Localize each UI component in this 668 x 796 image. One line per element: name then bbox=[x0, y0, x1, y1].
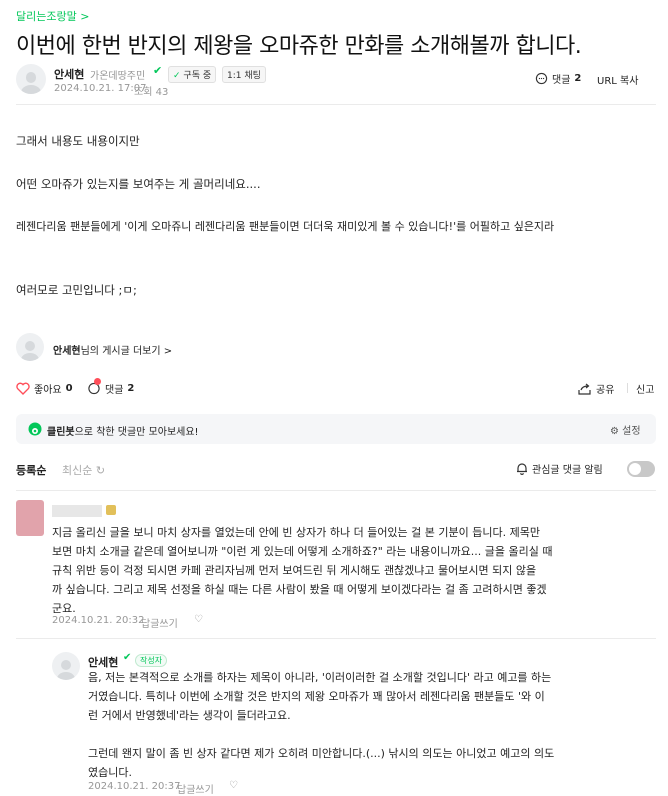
reply-author-avatar[interactable] bbox=[52, 652, 80, 680]
more-posts-link[interactable]: 안세현님의 게시글 더보기 > bbox=[53, 342, 172, 357]
commenter-name-blurred[interactable] bbox=[52, 505, 102, 517]
share-icon bbox=[578, 383, 591, 395]
comment-divider bbox=[16, 638, 656, 639]
action-divider bbox=[627, 383, 628, 393]
post-views: 조회 43 bbox=[134, 87, 169, 98]
bell-icon bbox=[516, 462, 528, 475]
more-posts-author: 안세현 bbox=[53, 346, 81, 357]
comment-line: 그런데 왠지 말이 좀 빈 상자 같다면 제가 오히려 미안합니다.(...) … bbox=[88, 747, 555, 760]
comment-label: 댓글 bbox=[105, 385, 124, 396]
comment-bubble-icon bbox=[535, 72, 548, 85]
post-title: 이번에 한번 반지의 제왕을 오마쥬한 만화를 소개해볼까 합니다. bbox=[16, 34, 582, 59]
heart-outline-icon: ♡ bbox=[194, 614, 203, 625]
author-name[interactable]: 안세현 bbox=[54, 66, 84, 82]
notify-toggle[interactable] bbox=[627, 461, 655, 477]
cleanbot-settings-button[interactable]: ⚙ 설정 bbox=[610, 422, 641, 437]
comment-count: 2 bbox=[574, 73, 582, 84]
header-divider bbox=[16, 104, 656, 105]
comment-date: 2024.10.21. 20:37 bbox=[88, 781, 181, 792]
gear-icon: ⚙ bbox=[610, 426, 619, 437]
body-paragraph: 레젠다리움 팬분들에게 '이게 오마쥬니 레젠다리움 팬분들이면 더더욱 재미있… bbox=[16, 220, 555, 233]
writer-badge: 작성자 bbox=[135, 654, 168, 667]
comment-count-button[interactable]: 댓글 2 bbox=[535, 71, 581, 86]
comment-bubble-icon bbox=[87, 378, 101, 395]
comments-divider bbox=[16, 490, 656, 491]
comment-line: 음, 저는 본격적으로 소개를 하자는 제목이 아니라, '이러이러한 걸 소개… bbox=[88, 671, 552, 684]
notify-label: 관심글 댓글 알림 bbox=[532, 465, 603, 476]
chat-button[interactable]: 1:1 채팅 bbox=[222, 66, 266, 83]
cleanbot-banner[interactable]: 클린봇으로 착한 댓글만 모아보세요! ⚙ 설정 bbox=[16, 414, 656, 444]
refresh-icon: ↻ bbox=[95, 464, 106, 477]
author-level: 가온데땅주민 bbox=[90, 71, 146, 82]
comment-line: 런 거에서 반영했네'라는 생각이 들더라고요. bbox=[88, 709, 291, 722]
heart-icon bbox=[16, 382, 30, 395]
comment-body: 지금 올리신 글을 보니 마치 상자를 열었는데 안에 빈 상자가 하나 더 들… bbox=[52, 523, 552, 618]
comment-like-button[interactable]: ♡ bbox=[194, 614, 203, 625]
board-link[interactable]: 달리는조랑말 > bbox=[16, 8, 89, 24]
reply-button[interactable]: 답글쓰기 bbox=[141, 615, 178, 630]
reply-body: 음, 저는 본격적으로 소개를 하자는 제목이 아니라, '이러이러한 걸 소개… bbox=[88, 668, 554, 782]
report-button[interactable]: 신고 bbox=[636, 381, 654, 396]
like-button[interactable]: 좋아요 0 bbox=[16, 381, 73, 396]
sort-latest-tab[interactable]: 최신순 ↻ bbox=[62, 462, 105, 478]
comment-toggle-button[interactable]: 댓글 2 bbox=[87, 378, 135, 396]
notify-toggle-row[interactable]: 관심글 댓글 알림 bbox=[516, 461, 603, 476]
body-paragraph: 여러모로 고민입니다 ;ㅁ; bbox=[16, 283, 137, 297]
author-avatar[interactable] bbox=[16, 64, 46, 94]
level-badge-icon bbox=[106, 505, 116, 515]
body-paragraph: 그래서 내용도 내용이지만 bbox=[16, 134, 140, 148]
body-paragraph: 어떤 오마쥬가 있는지를 보여주는 게 골머리네요.... bbox=[16, 177, 261, 191]
share-button[interactable]: 공유 bbox=[578, 381, 614, 396]
comment-line: 지금 올리신 글을 보니 마치 상자를 열었는데 안에 빈 상자가 하나 더 들… bbox=[52, 526, 540, 539]
subscribe-label: 구독 중 bbox=[183, 71, 212, 81]
comment-line: 보면 마치 소개글 같은데 열어보니까 "이런 게 있는데 어떻게 소개하죠?"… bbox=[52, 545, 553, 558]
sort-registered-tab[interactable]: 등록순 bbox=[16, 462, 46, 478]
verified-icon: ✔ bbox=[123, 652, 132, 663]
share-label: 공유 bbox=[596, 385, 615, 396]
url-copy-button[interactable]: URL 복사 bbox=[597, 72, 638, 87]
heart-outline-icon: ♡ bbox=[229, 780, 238, 791]
comment-line: 규칙 위반 등이 걱정 되시면 카페 관리자님께 먼저 보여드린 뒤 게시해도 … bbox=[52, 564, 537, 577]
settings-label: 설정 bbox=[622, 426, 641, 437]
comment-date: 2024.10.21. 20:32 bbox=[52, 615, 145, 626]
like-count: 0 bbox=[65, 383, 73, 394]
cleanbot-brand: 클린봇 bbox=[47, 427, 75, 438]
commenter-avatar[interactable] bbox=[16, 500, 44, 536]
like-label: 좋아요 bbox=[34, 385, 62, 396]
comment-line: 였습니다. bbox=[88, 766, 132, 779]
reply-button[interactable]: 답글쓰기 bbox=[177, 781, 214, 796]
comment-line: 거였습니다. 특히나 이번에 소개할 것은 반지의 제왕 오마쥬가 꽤 많아서 … bbox=[88, 690, 545, 703]
more-posts-label: 님의 게시글 더보기 > bbox=[80, 346, 173, 357]
cleanbot-text: 으로 착한 댓글만 모아보세요! bbox=[74, 427, 199, 438]
subscribe-button[interactable]: ✓ 구독 중 bbox=[168, 66, 217, 83]
comment-like-button[interactable]: ♡ bbox=[229, 780, 238, 791]
comment-line bbox=[88, 725, 554, 744]
comment-line: 까 싶습니다. 그리고 제목 선정을 하실 때는 다른 사람이 봤을 때 어떻게… bbox=[52, 583, 547, 596]
verified-icon: ✔ bbox=[153, 64, 163, 77]
comment-label: 댓글 bbox=[552, 75, 571, 86]
sort-latest-label: 최신순 bbox=[62, 464, 93, 477]
cleanbot-icon bbox=[28, 422, 42, 436]
comment-count: 2 bbox=[127, 383, 135, 394]
post-date: 2024.10.21. 17:07 bbox=[54, 83, 147, 94]
check-icon: ✓ bbox=[173, 71, 181, 81]
author-avatar-small[interactable] bbox=[16, 333, 44, 361]
